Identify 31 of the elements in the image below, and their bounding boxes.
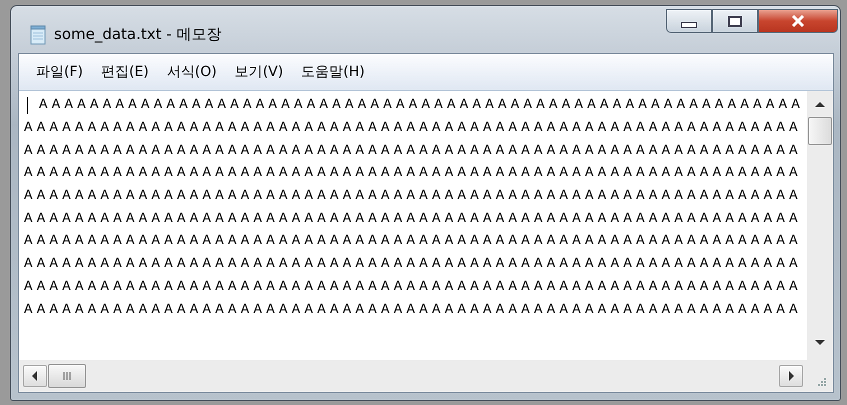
close-icon [791,15,805,27]
menu-item[interactable]: 서식(O) [158,61,226,83]
scroll-right-button[interactable] [779,365,803,387]
scroll-up-icon[interactable] [815,101,825,107]
text-line: AAAAAAAAAAAAAAAAAAAAAAAAAAAAAAAAAAAAAAAAAAAAAAAAAAAAAAAAAAAAA [24,187,802,206]
text-line: AAAAAAAAAAAAAAAAAAAAAAAAAAAAAAAAAAAAAAAAAAAAAAAAAAAAAAAAAAAAA [24,119,802,138]
resize-grip-icon[interactable] [815,375,827,387]
text-line: AAAAAAAAAAAAAAAAAAAAAAAAAAAAAAAAAAAAAAAAAAAAAAAAAAAAAAAAAAAAA [24,142,802,161]
scroll-down-icon[interactable] [815,340,825,346]
menu-item[interactable]: 편집(E) [92,61,158,83]
right-arrow-icon [788,371,794,381]
text-line: AAAAAAAAAAAAAAAAAAAAAAAAAAAAAAAAAAAAAAAAAAAAAAAAAAAAAAAAAAAAA [24,300,802,320]
text-line: AAAAAAAAAAAAAAAAAAAAAAAAAAAAAAAAAAAAAAAAAAAAAAAAAAAAAAAAAAAAA [24,232,802,252]
text-line: AAAAAAAAAAAAAAAAAAAAAAAAAAAAAAAAAAAAAAAAAAAAAAAAAAAAAAAAAAAAA [24,164,802,184]
scroll-left-button[interactable] [23,365,47,387]
text-line: AAAAAAAAAAAAAAAAAAAAAAAAAAAAAAAAAAAAAAAAAAAAAAAAAAAAAAAAAAAAA [24,255,802,274]
minimize-button[interactable] [666,9,712,33]
scroll-thumb[interactable] [808,117,832,145]
maximize-button[interactable] [712,9,758,33]
vertical-scrollbar[interactable] [807,91,833,360]
notepad-icon [30,24,46,44]
menu-item[interactable]: 도움말(H) [292,61,374,83]
menu-item[interactable]: 파일(F) [27,61,92,83]
text-line: AAAAAAAAAAAAAAAAAAAAAAAAAAAAAAAAAAAAAAAAAAAAAAAAAAAAAAAAAAAAA [24,278,802,297]
text-line: AAAAAAAAAAAAAAAAAAAAAAAAAAAAAAAAAAAAAAAAAAAAAAAAAAAAAAAAAAAAA [24,210,802,229]
scroll-thumb[interactable] [48,364,86,388]
left-arrow-icon [32,371,38,381]
menu-item[interactable]: 보기(V) [226,61,292,83]
text-line: AAAAAAAAAAAAAAAAAAAAAAAAAAAAAAAAAAAAAAAAAAAAAAAAAAAAAAAAAAAA [39,96,804,116]
close-button[interactable] [758,9,838,33]
window-title: some_data.txt - 메모장 [54,25,222,44]
